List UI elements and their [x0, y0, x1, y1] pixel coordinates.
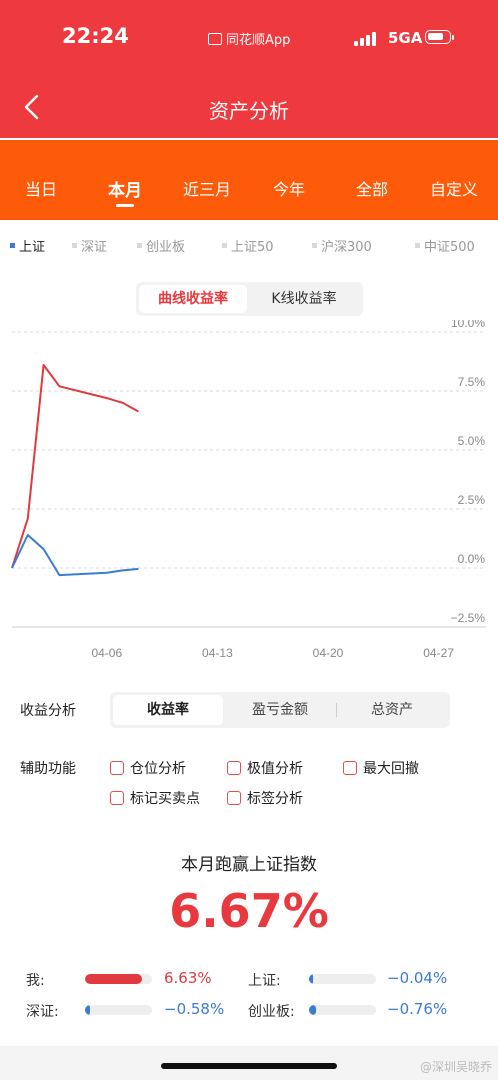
tab-today[interactable]: 当日: [25, 176, 57, 200]
home-indicator[interactable]: [161, 1063, 337, 1069]
series-label: 上证50: [231, 240, 274, 255]
checkbox-label: 标记买卖点: [130, 791, 200, 807]
position-analysis-checkbox[interactable]: 仓位分析: [110, 758, 186, 778]
mark-trades-checkbox[interactable]: 标记买卖点: [110, 788, 200, 808]
checkbox-icon: [227, 761, 241, 775]
profit-loss-button[interactable]: 盈亏金额: [225, 695, 335, 725]
cmp-label-shenzhen: 深证:: [26, 1004, 59, 1020]
checkbox-icon: [227, 791, 241, 805]
tab-this-month[interactable]: 本月: [108, 176, 142, 201]
series-label: 创业板: [146, 240, 186, 255]
series-marker-icon: [10, 243, 15, 248]
cmp-fill: [85, 1005, 91, 1015]
tab-all[interactable]: 全部: [356, 176, 388, 200]
battery-icon: [425, 30, 451, 44]
series-marker-icon: [72, 243, 77, 248]
cmp-bar-shenzhen: [85, 1005, 152, 1015]
return-line-chart[interactable]: 10.0% 7.5% 5.0% 2.5% 0.0% −2.5% 04-06 04-13 04-2…: [0, 320, 498, 665]
x-tick-label: 04-27: [423, 646, 454, 660]
beat-index-title: 本月跑赢上证指数: [181, 855, 317, 875]
series-sse50[interactable]: 上证50: [222, 236, 274, 255]
cmp-fill: [309, 1005, 316, 1015]
status-time: 22:24: [62, 24, 129, 48]
series-label: 中证500: [424, 240, 475, 255]
series-shanghai[interactable]: 上证: [10, 236, 45, 255]
y-tick-label: 5.0%: [458, 434, 486, 448]
beat-index-value: 6.67%: [169, 884, 329, 938]
series-label: 上证: [19, 240, 46, 255]
cmp-bar-shanghai: [309, 974, 376, 984]
compare-series-row: 上证 深证 创业板 上证50 沪深300 中证500: [0, 236, 498, 256]
series-marker-icon: [137, 243, 142, 248]
tab-three-months[interactable]: 近三月: [183, 176, 231, 200]
tab-custom[interactable]: 自定义: [430, 176, 478, 200]
series-label: 沪深300: [321, 240, 372, 255]
curve-return-button[interactable]: 曲线收益率: [139, 285, 247, 313]
app-source-label[interactable]: 同花顺App: [208, 29, 290, 48]
checkbox-label: 标签分析: [247, 791, 303, 807]
stock-chart-icon: [208, 32, 222, 45]
app-source-text: 同花顺App: [226, 33, 291, 48]
cmp-value-shenzhen: −0.58%: [164, 1000, 225, 1018]
cmp-bar-me: [85, 974, 152, 984]
cmp-label-shanghai: 上证:: [248, 973, 281, 989]
analysis-toggle: 收益率 盈亏金额 总资产: [110, 692, 450, 728]
cmp-value-chinext: −0.76%: [387, 1000, 448, 1018]
checkbox-label: 最大回撤: [363, 761, 419, 777]
series-marker-icon: [312, 243, 317, 248]
series-line-index: [11, 534, 139, 577]
cmp-value-shanghai: −0.04%: [387, 969, 448, 987]
checkbox-label: 极值分析: [247, 761, 303, 777]
checkbox-icon: [110, 761, 124, 775]
cmp-label-me: 我:: [26, 973, 45, 989]
battery-tip: [452, 35, 454, 40]
series-chinext[interactable]: 创业板: [137, 236, 185, 255]
series-csi300[interactable]: 沪深300: [312, 236, 372, 255]
checkbox-label: 仓位分析: [130, 761, 186, 777]
period-tabs: 当日 本月 近三月 今年 全部 自定义: [0, 140, 498, 220]
cmp-fill: [309, 974, 314, 984]
return-rate-button[interactable]: 收益率: [113, 695, 223, 725]
kline-return-button[interactable]: K线收益率: [249, 285, 359, 313]
series-marker-icon: [415, 243, 420, 248]
checkbox-icon: [110, 791, 124, 805]
series-shenzhen[interactable]: 深证: [72, 236, 107, 255]
cmp-bar-chinext: [309, 1005, 376, 1015]
cmp-label-chinext: 创业板:: [248, 1004, 295, 1020]
cmp-value-me: 6.63%: [164, 969, 212, 987]
max-drawdown-checkbox[interactable]: 最大回撤: [343, 758, 419, 778]
active-tab-indicator: [116, 204, 134, 207]
total-assets-button[interactable]: 总资产: [337, 695, 447, 725]
app-header: 22:24 同花顺App 5GA 资产分析: [0, 0, 498, 138]
x-tick-label: 04-06: [91, 646, 122, 660]
series-marker-icon: [222, 243, 227, 248]
chart-type-toggle: 曲线收益率 K线收益率: [136, 282, 363, 316]
extreme-analysis-checkbox[interactable]: 极值分析: [227, 758, 303, 778]
y-tick-label: −2.5%: [451, 611, 486, 625]
cmp-fill: [85, 974, 142, 984]
y-tick-label: 7.5%: [458, 375, 486, 389]
checkbox-icon: [343, 761, 357, 775]
y-tick-label: 0.0%: [458, 552, 486, 566]
x-tick-label: 04-13: [202, 646, 233, 660]
y-tick-label: 10.0%: [451, 320, 485, 330]
analysis-label: 收益分析: [20, 703, 76, 719]
tag-analysis-checkbox[interactable]: 标签分析: [227, 788, 303, 808]
signal-icon: [354, 32, 376, 46]
x-tick-label: 04-20: [313, 646, 344, 660]
status-bar: 22:24 同花顺App 5GA: [0, 0, 498, 72]
tab-this-year[interactable]: 今年: [273, 176, 305, 200]
aux-label: 辅助功能: [20, 761, 76, 777]
series-label: 深证: [81, 240, 108, 255]
y-tick-label: 2.5%: [458, 493, 486, 507]
series-csi500[interactable]: 中证500: [415, 236, 475, 255]
network-type: 5GA: [388, 29, 423, 47]
page-title: 资产分析: [209, 99, 289, 123]
watermark: @深圳吴晓乔: [420, 1060, 493, 1074]
